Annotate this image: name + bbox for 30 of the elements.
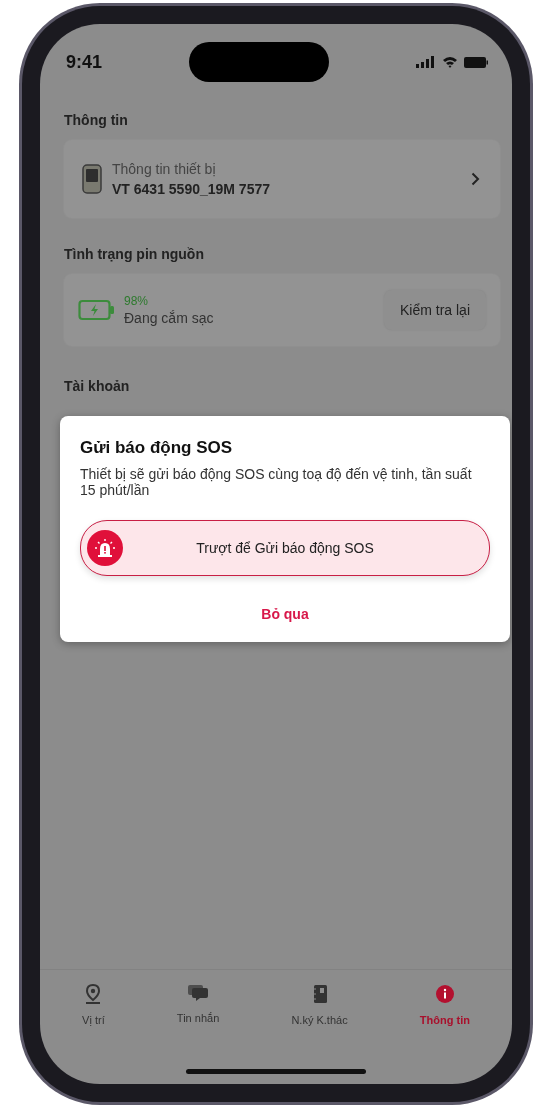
device-info-card[interactable]: Thông tin thiết bị VT 6431 5590_19M 7577 bbox=[64, 140, 500, 218]
device-label: Thông tin thiết bị bbox=[112, 161, 217, 177]
slider-label: Trượt để Gửi báo động SOS bbox=[196, 540, 374, 557]
tab-item[interactable]: Vị trí bbox=[82, 984, 105, 1026]
tab-item[interactable]: Tin nhắn bbox=[176, 984, 220, 1024]
chevron-right-icon bbox=[471, 172, 480, 186]
charging-battery-icon bbox=[78, 299, 116, 321]
device-id: VT 6431 5590_19M 7577 bbox=[112, 181, 271, 197]
section-title: Tài khoản bbox=[64, 378, 131, 394]
chat-bubbles-icon bbox=[187, 984, 210, 1002]
section-title: Thông tin bbox=[64, 112, 129, 128]
info-icon bbox=[434, 984, 455, 1004]
tab-item[interactable]: N.ký K.thác bbox=[291, 984, 348, 1026]
dialog-title: Gửi báo động SOS bbox=[80, 438, 234, 458]
charging-status: Đang cắm sạc bbox=[124, 310, 215, 326]
device-icon bbox=[82, 164, 102, 194]
notebook-icon bbox=[311, 984, 328, 1004]
section-title: Tình trạng pin nguồn bbox=[64, 246, 205, 262]
battery-icon bbox=[464, 56, 488, 68]
signal-icon bbox=[416, 56, 436, 68]
status-time: 9:41 bbox=[66, 51, 103, 73]
slide-to-send-sos[interactable]: Trượt để Gửi báo động SOS bbox=[80, 520, 490, 577]
skip-button[interactable]: Bỏ qua bbox=[249, 600, 321, 629]
recheck-button[interactable]: Kiểm tra lại bbox=[383, 290, 486, 330]
siren-icon bbox=[95, 539, 115, 558]
wifi-icon bbox=[442, 56, 458, 68]
location-pin-icon bbox=[85, 984, 102, 1004]
slider-thumb[interactable] bbox=[87, 530, 123, 567]
battery-percent: 98% bbox=[124, 294, 150, 308]
dialog-message: Thiết bị sẽ gửi báo động SOS cùng toạ độ đến vệ tinh, tần suất 15 phút/lần bbox=[80, 466, 473, 499]
